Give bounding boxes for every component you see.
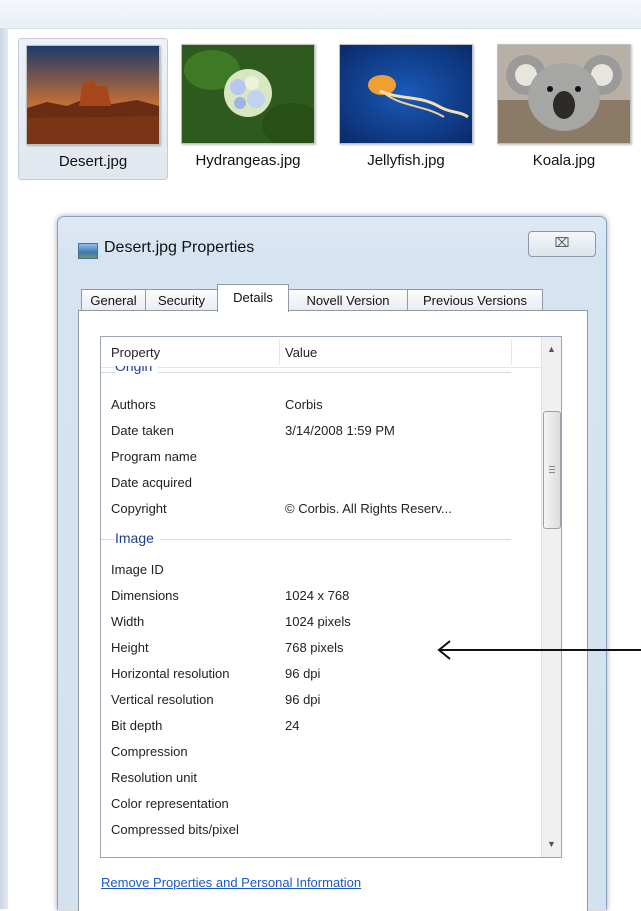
- property-name: Compression: [111, 744, 188, 759]
- property-name: Compressed bits/pixel: [111, 822, 239, 837]
- grip-line: [549, 472, 555, 473]
- property-row[interactable]: Resolution unit: [101, 765, 521, 791]
- tab-novell-version[interactable]: Novell Version: [288, 289, 408, 311]
- property-value: 96 dpi: [285, 692, 321, 707]
- group-label: Origin: [115, 366, 159, 374]
- vertical-scrollbar[interactable]: ▲ ▼: [541, 337, 561, 857]
- desert-image: [26, 45, 160, 145]
- property-name: Width: [111, 614, 145, 629]
- group-header-image: Image: [101, 530, 521, 548]
- property-row[interactable]: Date acquired: [101, 470, 521, 496]
- koala-image: [497, 44, 631, 144]
- grip-line: [549, 466, 555, 467]
- property-row[interactable]: Dimensions 1024 x 768: [101, 583, 521, 609]
- property-name: Height: [111, 640, 149, 655]
- property-name: Vertical resolution: [111, 692, 214, 707]
- property-row[interactable]: Copyright © Corbis. All Rights Reserv...: [101, 496, 521, 522]
- group-divider-line: [101, 539, 511, 540]
- column-divider[interactable]: [279, 339, 280, 365]
- property-value: © Corbis. All Rights Reserv...: [285, 501, 452, 516]
- property-row[interactable]: Image ID: [101, 557, 521, 583]
- property-name: Color representation: [111, 796, 229, 811]
- property-name: Resolution unit: [111, 770, 197, 785]
- file-thumbnail-hydrangeas[interactable]: Hydrangeas.jpg: [174, 38, 322, 178]
- property-row[interactable]: Authors Corbis: [101, 392, 521, 418]
- property-value: 3/14/2008 1:59 PM: [285, 423, 395, 438]
- scroll-down-arrow-icon[interactable]: ▼: [542, 835, 561, 853]
- property-value: 768 pixels: [285, 640, 344, 655]
- remove-properties-link[interactable]: Remove Properties and Personal Informati…: [101, 875, 361, 890]
- tab-general[interactable]: General: [81, 289, 146, 311]
- scroll-thumb[interactable]: [543, 411, 561, 529]
- annotation-arrow-icon: [437, 640, 641, 660]
- tab-details[interactable]: Details: [217, 284, 289, 312]
- tab-security[interactable]: Security: [145, 289, 218, 311]
- property-name: Dimensions: [111, 588, 179, 603]
- property-value: 96 dpi: [285, 666, 321, 681]
- close-button[interactable]: ⌧: [528, 231, 596, 257]
- property-name: Copyright: [111, 501, 167, 516]
- property-row[interactable]: Width 1024 pixels: [101, 609, 521, 635]
- grip-line: [549, 469, 555, 470]
- property-name: Date taken: [111, 423, 174, 438]
- file-thumbnail-desert[interactable]: Desert.jpg: [18, 38, 168, 180]
- explorer-toolbar: [0, 0, 641, 29]
- property-name: Horizontal resolution: [111, 666, 230, 681]
- jellyfish-image: [339, 44, 473, 144]
- property-row[interactable]: Color representation: [101, 791, 521, 817]
- properties-dialog: Desert.jpg Properties ⌧ General Security…: [57, 216, 607, 911]
- file-name: Desert.jpg: [58, 153, 128, 170]
- property-row[interactable]: Horizontal resolution 96 dpi: [101, 661, 521, 687]
- group-label: Image: [115, 530, 160, 546]
- image-file-icon: [78, 243, 98, 259]
- dialog-title: Desert.jpg Properties: [104, 239, 255, 256]
- property-name: Image ID: [111, 562, 164, 577]
- hydrangeas-image: [181, 44, 315, 144]
- property-value: 24: [285, 718, 300, 733]
- property-row[interactable]: Vertical resolution 96 dpi: [101, 687, 521, 713]
- file-name: Hydrangeas.jpg: [195, 152, 301, 169]
- file-name: Jellyfish.jpg: [367, 152, 445, 169]
- file-name: Koala.jpg: [532, 152, 596, 169]
- property-row[interactable]: Program name: [101, 444, 521, 470]
- file-thumbnail-jellyfish[interactable]: Jellyfish.jpg: [332, 38, 480, 178]
- properties-list[interactable]: Property Value Origin Authors Corbis Dat…: [100, 336, 562, 858]
- property-name: Authors: [111, 397, 156, 412]
- property-value: Corbis: [285, 397, 323, 412]
- column-header-property[interactable]: Property: [111, 345, 160, 360]
- scroll-up-arrow-icon[interactable]: ▲: [542, 340, 561, 358]
- group-divider-line: [101, 372, 511, 373]
- column-header-value[interactable]: Value: [285, 345, 317, 360]
- property-name: Bit depth: [111, 718, 163, 733]
- column-divider[interactable]: [511, 339, 512, 365]
- list-header: Property Value: [101, 337, 541, 368]
- property-name: Program name: [111, 449, 197, 464]
- property-value: 1024 x 768: [285, 588, 350, 603]
- tab-previous-versions[interactable]: Previous Versions: [407, 289, 543, 311]
- file-thumbnail-koala[interactable]: Koala.jpg: [490, 38, 638, 178]
- explorer-frame-edge: [0, 28, 8, 909]
- property-row[interactable]: Bit depth 24: [101, 713, 521, 739]
- property-row[interactable]: Compressed bits/pixel: [101, 817, 521, 843]
- property-row[interactable]: Date taken 3/14/2008 1:59 PM: [101, 418, 521, 444]
- group-header-origin: Origin: [101, 366, 521, 378]
- property-row[interactable]: Compression: [101, 739, 521, 765]
- property-name: Date acquired: [111, 475, 192, 490]
- property-value: 1024 pixels: [285, 614, 351, 629]
